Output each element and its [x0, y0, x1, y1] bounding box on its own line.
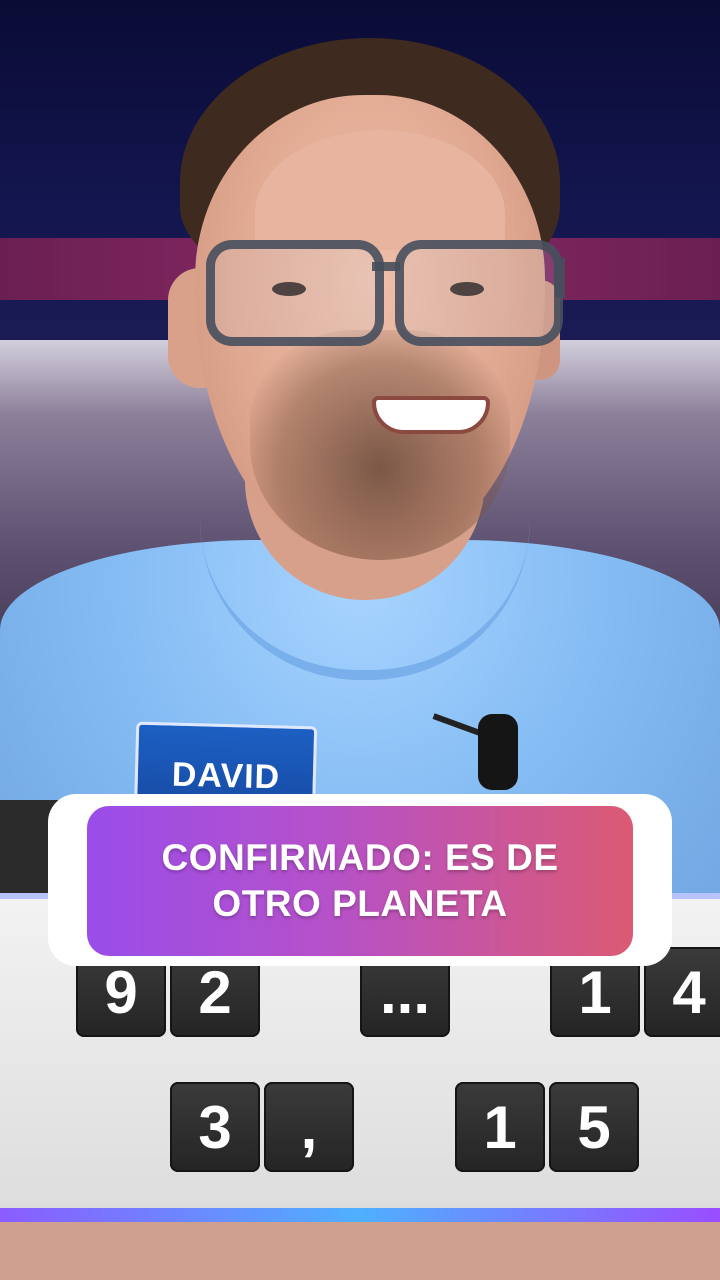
glasses-lens-left: [206, 240, 384, 346]
glasses-lens-right: [395, 240, 563, 346]
board-tile: 5: [549, 1082, 639, 1172]
caption-banner: CONFIRMADO: ES DE OTRO PLANETA: [87, 806, 633, 956]
video-frame: DAVID 9 2 ... 1 4 3 , 1 5 CONFIRMADO: ES…: [0, 0, 720, 1280]
board-tile: 3: [170, 1082, 260, 1172]
lapel-mic: [478, 714, 518, 790]
caption-line-2: OTRO PLANETA: [212, 883, 508, 924]
caption-line-1: CONFIRMADO: ES DE: [161, 837, 559, 878]
board-tile: 1: [455, 1082, 545, 1172]
glasses-bridge: [372, 262, 400, 271]
contestant-arms: [0, 1222, 720, 1280]
contestant-beard: [250, 330, 510, 560]
name-tag-text: DAVID: [171, 755, 281, 797]
board-tile: ,: [264, 1082, 354, 1172]
glasses-temple: [555, 258, 565, 298]
board-light-strip: [0, 1208, 720, 1222]
contestant-smile: [372, 396, 490, 434]
